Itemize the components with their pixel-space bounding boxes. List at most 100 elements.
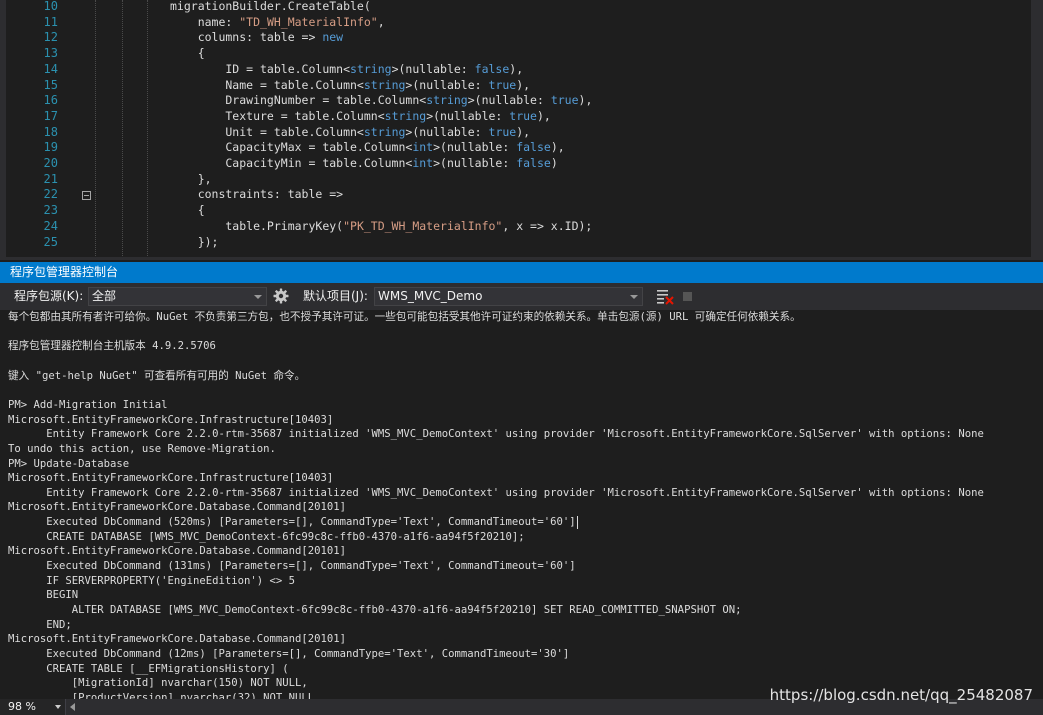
default-project-dropdown[interactable]: WMS_MVC_Demo [374, 287, 643, 306]
gear-icon[interactable] [272, 287, 290, 305]
line-number: 21 [43, 171, 58, 186]
keyword-token: string [384, 108, 427, 123]
watermark-text: https://blog.csdn.net/qq_25482087 [769, 686, 1033, 704]
code-token: >(nullable: [391, 61, 475, 76]
code-line[interactable]: columns: table => new [170, 29, 343, 45]
code-token: table.PrimaryKey( [170, 218, 344, 233]
package-manager-console: 程序包管理器控制台 程序包源(K): 全部 默认项目(J): WMS_MVC_D… [0, 262, 1043, 715]
code-line[interactable]: }, [170, 171, 212, 187]
console-line: BEGIN [8, 589, 79, 602]
panel-title[interactable]: 程序包管理器控制台 [0, 262, 1043, 283]
chevron-down-icon [55, 705, 61, 709]
package-source-dropdown[interactable]: 全部 [88, 287, 267, 306]
code-token: ID = table.Column< [170, 61, 351, 76]
keyword-token: string [426, 93, 468, 108]
keyword-token: string [350, 61, 392, 76]
code-token: ), [550, 140, 565, 155]
code-line[interactable]: { [170, 202, 205, 218]
console-line: Microsoft.EntityFrameworkCore.Database.C… [8, 633, 347, 646]
code-token: { [170, 203, 205, 218]
line-number: 22 [43, 187, 58, 202]
line-number: 20 [43, 156, 58, 170]
line-number: 10 [43, 0, 58, 13]
keyword-token: true [488, 77, 517, 92]
keyword-token: true [488, 124, 517, 139]
panel-splitter[interactable] [0, 257, 1043, 260]
console-line: Microsoft.EntityFrameworkCore.Database.C… [8, 501, 347, 514]
code-line[interactable]: ID = table.Column<string>(nullable: fals… [170, 61, 523, 77]
console-output[interactable]: 每个包都由其所有者许可给你。NuGet 不负责第三方包，也不授予其许可证。一些包… [0, 310, 1043, 699]
code-token: }); [170, 234, 219, 249]
code-token: ) [550, 156, 558, 170]
clear-console-icon[interactable] [656, 288, 674, 305]
code-line[interactable]: constraints: table => [170, 186, 343, 202]
keyword-token: false [474, 61, 510, 76]
collapse-region-icon[interactable] [82, 191, 91, 200]
code-line[interactable]: { [170, 45, 205, 61]
editor-vertical-scrollbar[interactable] [1031, 0, 1043, 260]
code-token: migrationBuilder.CreateTable( [170, 0, 371, 13]
package-source-label: 程序包源(K): [14, 289, 84, 303]
code-token: { [170, 46, 205, 61]
line-number: 16 [43, 93, 58, 108]
console-line: 每个包都由其所有者许可给你。NuGet 不负责第三方包，也不授予其许可证。一些包… [8, 311, 801, 323]
code-line[interactable]: Texture = table.Column<string>(nullable:… [170, 108, 551, 124]
line-number: 19 [43, 140, 58, 155]
code-token: ), [578, 93, 593, 108]
code-line[interactable]: }); [170, 234, 219, 250]
text-caret [577, 516, 578, 529]
code-line[interactable]: DrawingNumber = table.Column<string>(nul… [170, 92, 592, 108]
keyword-token: new [322, 30, 344, 45]
zoom-value: 98 % [8, 700, 36, 713]
console-line: Microsoft.EntityFrameworkCore.Infrastruc… [8, 413, 334, 426]
code-token: Unit = table.Column< [170, 124, 364, 139]
code-token: , x => x.ID); [502, 218, 593, 233]
code-token: constraints: table => [170, 187, 344, 202]
console-line: Microsoft.EntityFrameworkCore.Infrastruc… [8, 472, 334, 485]
code-token: name: [170, 14, 240, 29]
code-token: CapacityMax = table.Column< [170, 140, 413, 155]
line-number: 18 [43, 124, 58, 139]
code-token: ), [536, 108, 551, 123]
code-line[interactable]: name: "TD_WH_MaterialInfo", [170, 14, 385, 30]
line-number: 14 [43, 61, 58, 76]
console-line: ALTER DATABASE [WMS_MVC_DemoContext-6fc9… [8, 604, 742, 616]
code-line[interactable]: Name = table.Column<string>(nullable: tr… [170, 77, 530, 93]
code-token: >(nullable: [405, 77, 489, 92]
code-token: DrawingNumber = table.Column< [170, 93, 427, 108]
stop-icon[interactable] [683, 292, 692, 301]
console-line: [MigrationId] nvarchar(150) NOT NULL, [8, 677, 308, 690]
code-token: Texture = table.Column< [170, 108, 385, 123]
zoom-dropdown[interactable]: 98 % [0, 699, 66, 715]
line-number: 24 [43, 218, 58, 233]
console-line: Executed DbCommand (520ms) [Parameters=[… [8, 516, 576, 529]
console-line: END; [8, 618, 72, 631]
default-project-label: 默认项目(J): [303, 289, 368, 303]
chevron-down-icon [630, 295, 638, 299]
keyword-token: string [363, 77, 406, 92]
indent-guide [95, 0, 96, 260]
string-token: "TD_WH_MaterialInfo" [239, 14, 378, 29]
indent-guide [122, 0, 123, 260]
line-number-gutter: 10 11 12 13 14 15 16 17 18 19 20 21 22 23 24 25 [6, 0, 58, 260]
code-line[interactable]: CapacityMax = table.Column<int>(nullable… [170, 139, 565, 155]
code-line[interactable]: table.PrimaryKey("PK_TD_WH_MaterialInfo"… [170, 218, 592, 234]
console-line: CREATE DATABASE [WMS_MVC_DemoContext-6fc… [8, 530, 525, 543]
keyword-token: false [516, 140, 551, 155]
code-editor[interactable]: 10 11 12 13 14 15 16 17 18 19 20 21 22 23 24 25 migrati… [0, 0, 1043, 260]
string-token: "PK_TD_WH_MaterialInfo" [343, 218, 503, 233]
console-line: 键入 "get-help NuGet" 可查看所有可用的 NuGet 命令。 [8, 369, 306, 382]
code-line[interactable]: CapacityMin = table.Column<int>(nullable… [170, 155, 558, 171]
line-number: 23 [43, 203, 58, 218]
console-line: Executed DbCommand (131ms) [Parameters=[… [8, 560, 576, 573]
line-number: 13 [43, 46, 58, 61]
horizontal-scrollbar[interactable] [68, 702, 568, 712]
code-token: >(nullable: [405, 124, 489, 139]
code-token: ), [516, 77, 531, 92]
keyword-token: int [412, 156, 434, 170]
console-line: PM> Update-Database [8, 457, 130, 470]
code-line[interactable]: Unit = table.Column<string>(nullable: tr… [170, 124, 530, 140]
code-token: ), [509, 61, 524, 76]
package-source-value: 全部 [92, 289, 117, 303]
code-line[interactable]: migrationBuilder.CreateTable( [170, 0, 371, 14]
